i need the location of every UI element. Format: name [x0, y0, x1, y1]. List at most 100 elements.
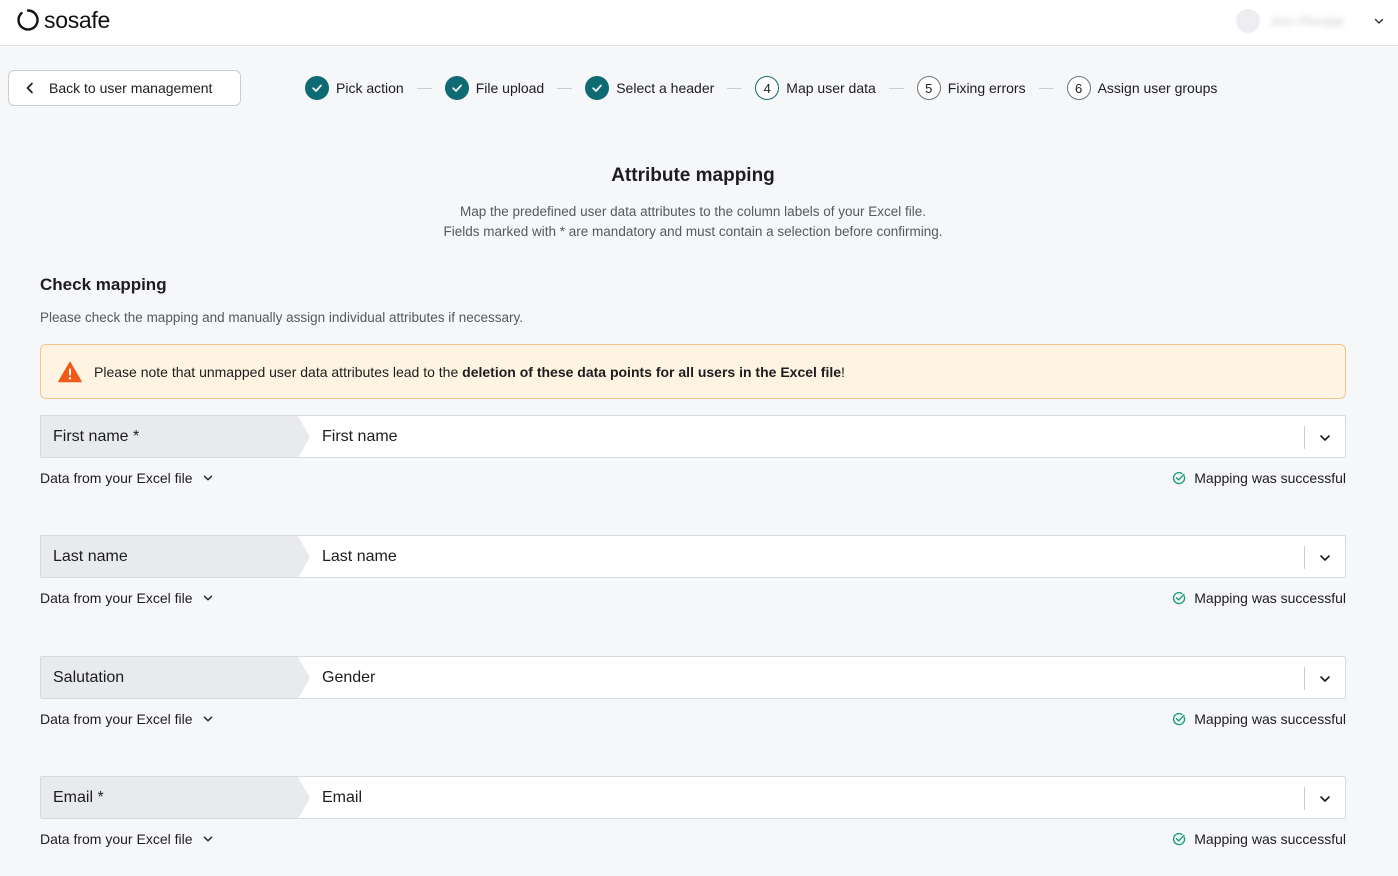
avatar [1236, 9, 1260, 33]
check-circle-icon [1173, 591, 1186, 605]
check-icon [585, 76, 610, 100]
subtitle-line: Fields marked with * are mandatory and m… [443, 224, 943, 239]
selected-value: Gender [322, 668, 376, 686]
excel-data-toggle[interactable]: Data from your Excel file [40, 831, 213, 847]
mapping-field: Last name Last name [40, 535, 1346, 578]
mapping-meta: Data from your Excel file Mapping was su… [40, 830, 1346, 848]
top-bar: sosafe Jörn Pfordak [0, 0, 1398, 46]
step-separator [1038, 87, 1054, 89]
step-separator [727, 87, 743, 89]
mapping-status: Mapping was successful [1172, 711, 1346, 727]
chevron-down-icon[interactable] [1317, 430, 1333, 446]
step-label: Map user data [786, 80, 876, 96]
attribute-label: First name * [41, 416, 310, 457]
status-text: Mapping was successful [1194, 590, 1346, 606]
status-text: Mapping was successful [1194, 711, 1346, 727]
mapping-status: Mapping was successful [1172, 831, 1346, 847]
section-title: Check mapping [40, 275, 167, 294]
select-divider [1304, 787, 1305, 810]
select-divider [1304, 546, 1305, 569]
mapping-status: Mapping was successful [1172, 470, 1346, 486]
step-file-upload: File upload [444, 76, 545, 100]
attribute-label: Last name [41, 536, 310, 577]
chevron-down-icon [203, 475, 212, 481]
chevron-down-icon [1372, 14, 1386, 28]
status-text: Mapping was successful [1194, 831, 1346, 847]
chevron-down-icon [203, 836, 212, 842]
excel-data-label: Data from your Excel file [40, 590, 193, 606]
check-icon [305, 76, 329, 100]
step-map-user-data: 4 Map user data [755, 76, 876, 100]
step-separator [416, 87, 432, 89]
warning-text-end: ! [841, 363, 845, 380]
column-select[interactable]: Email [298, 777, 1345, 818]
step-assign-user-groups: 6 Assign user groups [1066, 76, 1218, 100]
user-name: Jörn Pfordak [1270, 13, 1344, 29]
step-pick-action: Pick action [305, 76, 404, 100]
mapping-meta: Data from your Excel file Mapping was su… [40, 589, 1346, 607]
logo-text: sosafe [44, 6, 110, 33]
user-menu[interactable]: Jörn Pfordak [1236, 8, 1386, 34]
chevron-down-icon[interactable] [1317, 550, 1333, 566]
excel-data-toggle[interactable]: Data from your Excel file [40, 711, 213, 727]
back-to-user-management-button[interactable]: Back to user management [8, 70, 241, 106]
subtitle-line: Map the predefined user data attributes … [459, 204, 926, 219]
warning-banner: Please note that unmapped user data attr… [40, 344, 1346, 399]
step-label: Pick action [336, 80, 404, 96]
chevron-down-icon[interactable] [1317, 671, 1333, 687]
page-subtitle: Map the predefined user data attributes … [0, 202, 1386, 242]
selected-value: Email [322, 788, 363, 806]
select-divider [1304, 426, 1305, 449]
mapping-row-first-name: First name * First name Data from your E… [40, 415, 1346, 487]
sosafe-logo[interactable]: sosafe [16, 6, 110, 34]
check-icon [444, 76, 469, 100]
mapping-field: Salutation Gender [40, 656, 1346, 699]
mapping-row-email: Email * Email Data from your Excel file … [40, 776, 1346, 848]
step-number: 6 [1066, 76, 1091, 100]
column-select[interactable]: Gender [298, 657, 1345, 698]
mapping-meta: Data from your Excel file Mapping was su… [40, 469, 1346, 487]
column-select[interactable]: First name [298, 416, 1345, 457]
step-separator [557, 87, 573, 89]
section-description: Please check the mapping and manually as… [40, 310, 524, 325]
step-label: Fixing errors [947, 80, 1026, 96]
mapping-field: Email * Email [40, 776, 1346, 819]
step-number: 4 [755, 76, 780, 100]
logo-mark-icon [17, 9, 39, 31]
step-label: File upload [475, 80, 545, 96]
selected-value: Last name [322, 547, 397, 565]
column-select[interactable]: Last name [298, 536, 1345, 577]
check-circle-icon [1173, 471, 1186, 485]
select-divider [1304, 667, 1305, 690]
step-select-header: Select a header [585, 76, 714, 100]
page-title: Attribute mapping [611, 165, 775, 186]
back-button-label: Back to user management [49, 80, 213, 96]
step-label: Select a header [616, 80, 715, 96]
warning-text-start: Please note that unmapped user data attr… [94, 363, 463, 380]
mapping-meta: Data from your Excel file Mapping was su… [40, 710, 1346, 728]
step-separator [888, 87, 904, 89]
excel-data-toggle[interactable]: Data from your Excel file [40, 470, 213, 486]
mapping-row-last-name: Last name Last name Data from your Excel… [40, 535, 1346, 607]
step-number: 5 [916, 76, 941, 100]
warning-text: Please note that unmapped user data attr… [94, 364, 845, 380]
warning-icon [58, 361, 82, 382]
chevron-down-icon [203, 716, 212, 722]
mapping-row-salutation: Salutation Gender Data from your Excel f… [40, 656, 1346, 728]
mapping-status: Mapping was successful [1172, 590, 1346, 606]
warning-text-bold: deletion of these data points for all us… [462, 363, 842, 380]
status-text: Mapping was successful [1194, 470, 1346, 486]
chevron-down-icon [203, 595, 212, 601]
chevron-left-icon [26, 82, 33, 94]
selected-value: First name [322, 427, 398, 445]
excel-data-toggle[interactable]: Data from your Excel file [40, 590, 213, 606]
chevron-down-icon[interactable] [1317, 791, 1333, 807]
step-label: Assign user groups [1097, 80, 1218, 96]
excel-data-label: Data from your Excel file [40, 470, 193, 486]
excel-data-label: Data from your Excel file [40, 711, 193, 727]
mapping-field: First name * First name [40, 415, 1346, 458]
check-circle-icon [1173, 832, 1186, 846]
progress-stepper: Pick action File upload Select a header … [305, 76, 1217, 100]
attribute-label: Salutation [41, 657, 310, 698]
check-circle-icon [1173, 712, 1186, 726]
